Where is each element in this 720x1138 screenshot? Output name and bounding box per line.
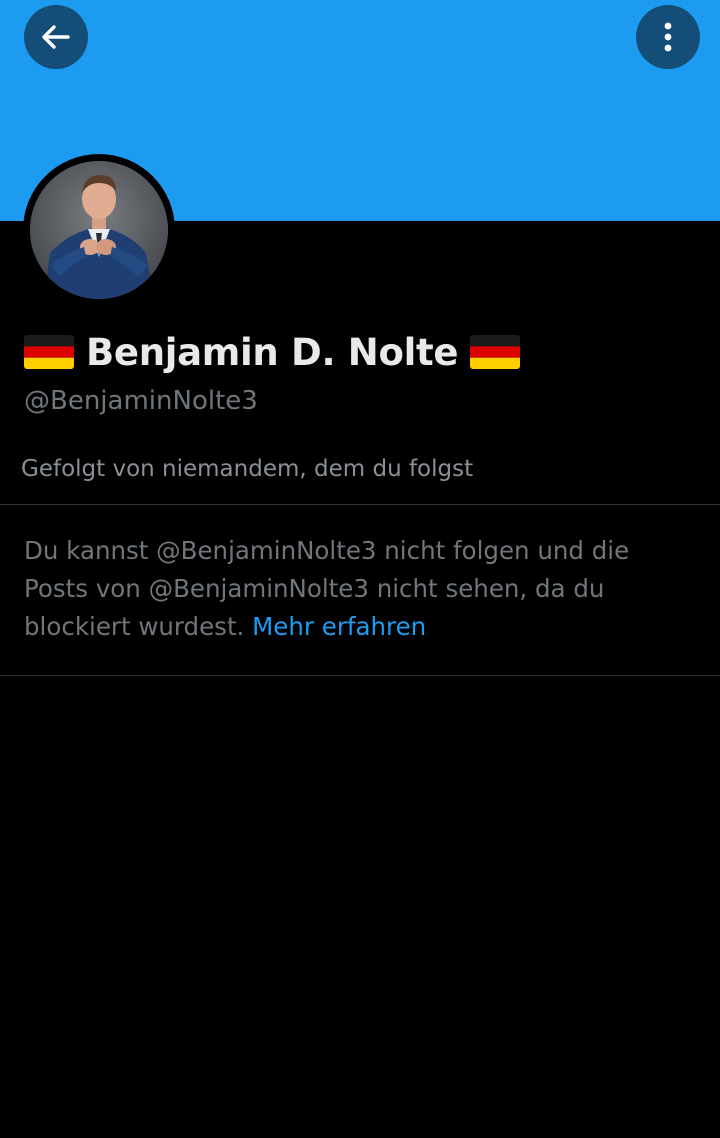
- arrow-left-icon: [42, 25, 70, 49]
- divider: [0, 504, 720, 505]
- avatar-frame[interactable]: [23, 154, 175, 306]
- more-options-button[interactable]: [636, 5, 700, 69]
- avatar[interactable]: [30, 161, 168, 299]
- display-name: Benjamin D. Nolte: [86, 330, 459, 374]
- more-vertical-icon: [664, 22, 672, 52]
- germany-flag-icon: [24, 335, 74, 369]
- profile-photo: [30, 161, 168, 299]
- blocked-notice: Du kannst @BenjaminNolte3 nicht folgen u…: [24, 532, 696, 646]
- username-handle: @BenjaminNolte3: [24, 386, 258, 416]
- back-button[interactable]: [24, 5, 88, 69]
- learn-more-link[interactable]: Mehr erfahren: [252, 612, 426, 641]
- followed-by-text: Gefolgt von niemandem, dem du folgst: [21, 456, 474, 482]
- divider: [0, 675, 720, 676]
- display-name-row: Benjamin D. Nolte: [24, 326, 521, 378]
- germany-flag-icon: [470, 335, 521, 369]
